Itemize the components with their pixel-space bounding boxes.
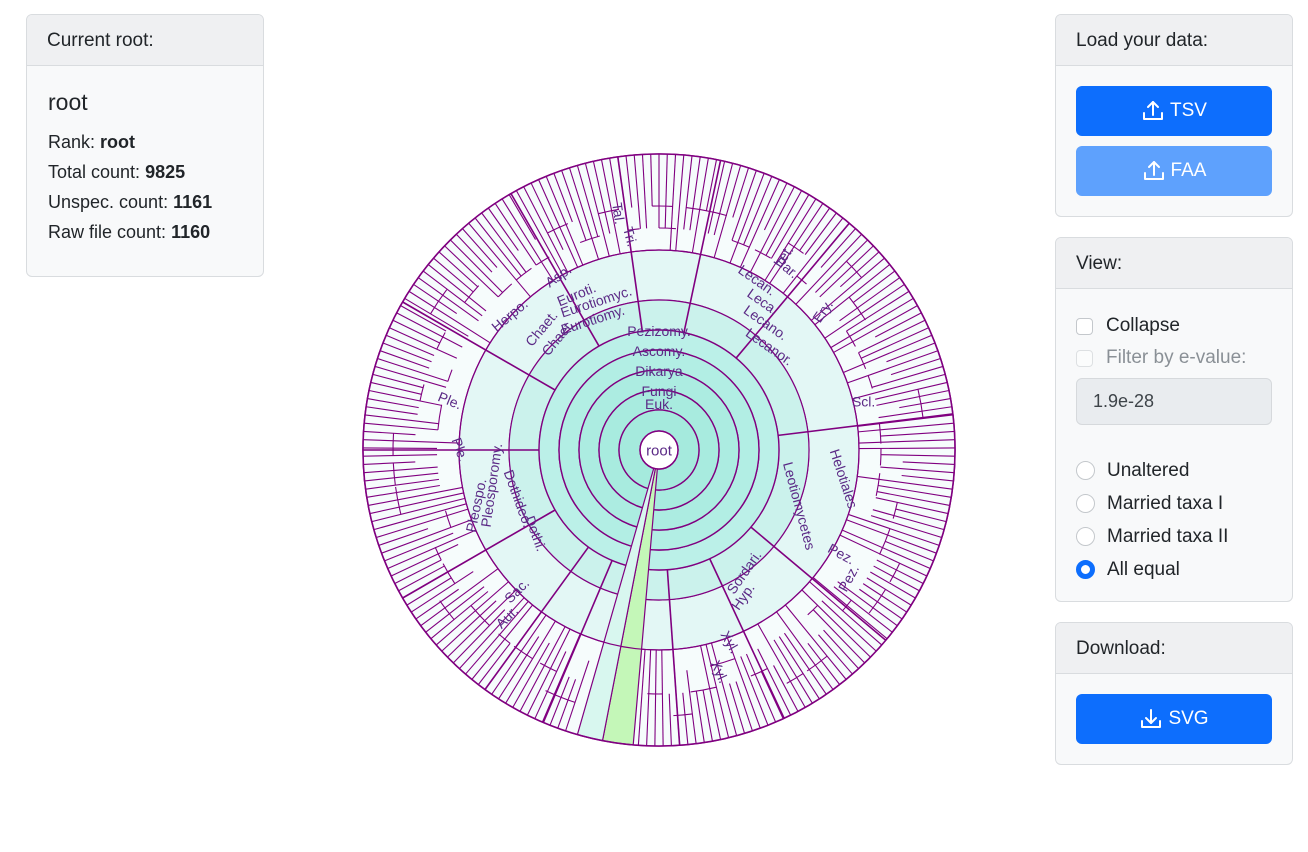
download-svg-label: SVG — [1168, 708, 1209, 729]
download-svg-button[interactable]: SVG — [1076, 694, 1272, 744]
upload-faa-button[interactable]: FAA — [1076, 146, 1272, 196]
root-name: root — [48, 89, 88, 115]
load-data-header: Load your data: — [1056, 15, 1292, 66]
collapse-checkbox[interactable] — [1076, 317, 1093, 335]
unspec-count-value: 1161 — [173, 192, 213, 212]
ring-label: Fungi — [641, 383, 676, 399]
mode-all-equal-label: All equal — [1107, 558, 1180, 580]
unspec-count-line: Unspec. count: 1161 — [48, 187, 242, 217]
mode-all-equal[interactable]: All equal — [1076, 553, 1272, 586]
radio-married-taxa-2[interactable] — [1076, 527, 1095, 546]
ring-label: Ascomy. — [633, 343, 686, 359]
upload-tsv-button[interactable]: TSV — [1076, 86, 1272, 136]
view-body: Collapse Filter by e-value: 1.9e-28 Unal… — [1056, 289, 1292, 586]
total-count-value: 9825 — [145, 162, 186, 182]
total-count-line: Total count: 9825 — [48, 157, 242, 187]
total-count-label: Total count: — [48, 162, 141, 182]
unspec-count-label: Unspec. count: — [48, 192, 169, 212]
mode-unaltered-label: Unaltered — [1107, 459, 1190, 481]
collapse-row[interactable]: Collapse — [1076, 310, 1272, 342]
sunburst-chart[interactable]: Euk.FungiDikaryaAscomy.Pezizomy.Leotiomy… — [361, 152, 957, 748]
mode-married-taxa-1[interactable]: Married taxa I — [1076, 487, 1272, 520]
upload-icon — [1143, 161, 1164, 180]
filter-evalue-checkbox — [1076, 349, 1093, 367]
upload-tsv-label: TSV — [1170, 100, 1207, 121]
radio-married-taxa-1[interactable] — [1076, 494, 1095, 513]
tree-level-arc — [392, 433, 395, 456]
collapse-label: Collapse — [1106, 315, 1180, 336]
load-data-card: Load your data: TSV FAA — [1055, 14, 1293, 217]
raw-file-count-value: 1160 — [171, 222, 211, 242]
filter-evalue-label: Filter by e-value: — [1106, 347, 1247, 368]
radio-unaltered[interactable] — [1076, 461, 1095, 480]
tree-level-arc — [658, 227, 676, 230]
filter-evalue-row: Filter by e-value: — [1076, 342, 1272, 374]
download-icon — [1141, 709, 1162, 728]
tree-level-arc — [879, 448, 882, 466]
current-root-card: Current root: root Rank: root Total coun… — [26, 14, 264, 277]
download-card: Download: SVG — [1055, 622, 1293, 765]
load-data-body: TSV FAA — [1056, 66, 1292, 196]
ring-label: Dikarya — [635, 363, 683, 379]
download-header: Download: — [1056, 623, 1292, 674]
segment-label: Scl. — [852, 393, 875, 409]
current-root-body: root Rank: root Total count: 9825 Unspec… — [27, 66, 263, 247]
mode-married-taxa-1-label: Married taxa I — [1107, 492, 1224, 514]
rank-line: Rank: root — [48, 127, 242, 157]
radio-all-equal[interactable] — [1076, 560, 1095, 579]
download-body: SVG — [1056, 674, 1292, 744]
upload-icon — [1143, 101, 1164, 120]
segment-label: Tal. — [609, 202, 628, 226]
mode-married-taxa-2[interactable]: Married taxa II — [1076, 520, 1272, 553]
mode-unaltered[interactable]: Unaltered — [1076, 454, 1272, 487]
view-header: View: — [1056, 238, 1292, 289]
rank-label: Rank: — [48, 132, 96, 152]
view-card: View: Collapse Filter by e-value: 1.9e-2… — [1055, 237, 1293, 602]
current-root-header: Current root: — [27, 15, 263, 66]
ring-label: Pezizomy. — [627, 323, 691, 339]
raw-file-count-label: Raw file count: — [48, 222, 167, 242]
leaf-branch — [363, 447, 438, 450]
rank-value: root — [100, 132, 136, 152]
leaf-branch — [858, 447, 955, 450]
evalue-input[interactable]: 1.9e-28 — [1076, 378, 1272, 425]
view-spacer — [1076, 425, 1272, 454]
mode-married-taxa-2-label: Married taxa II — [1107, 525, 1229, 547]
upload-faa-label: FAA — [1170, 160, 1207, 181]
raw-file-count-line: Raw file count: 1160 — [48, 217, 242, 247]
root-node-label: root — [646, 443, 673, 460]
